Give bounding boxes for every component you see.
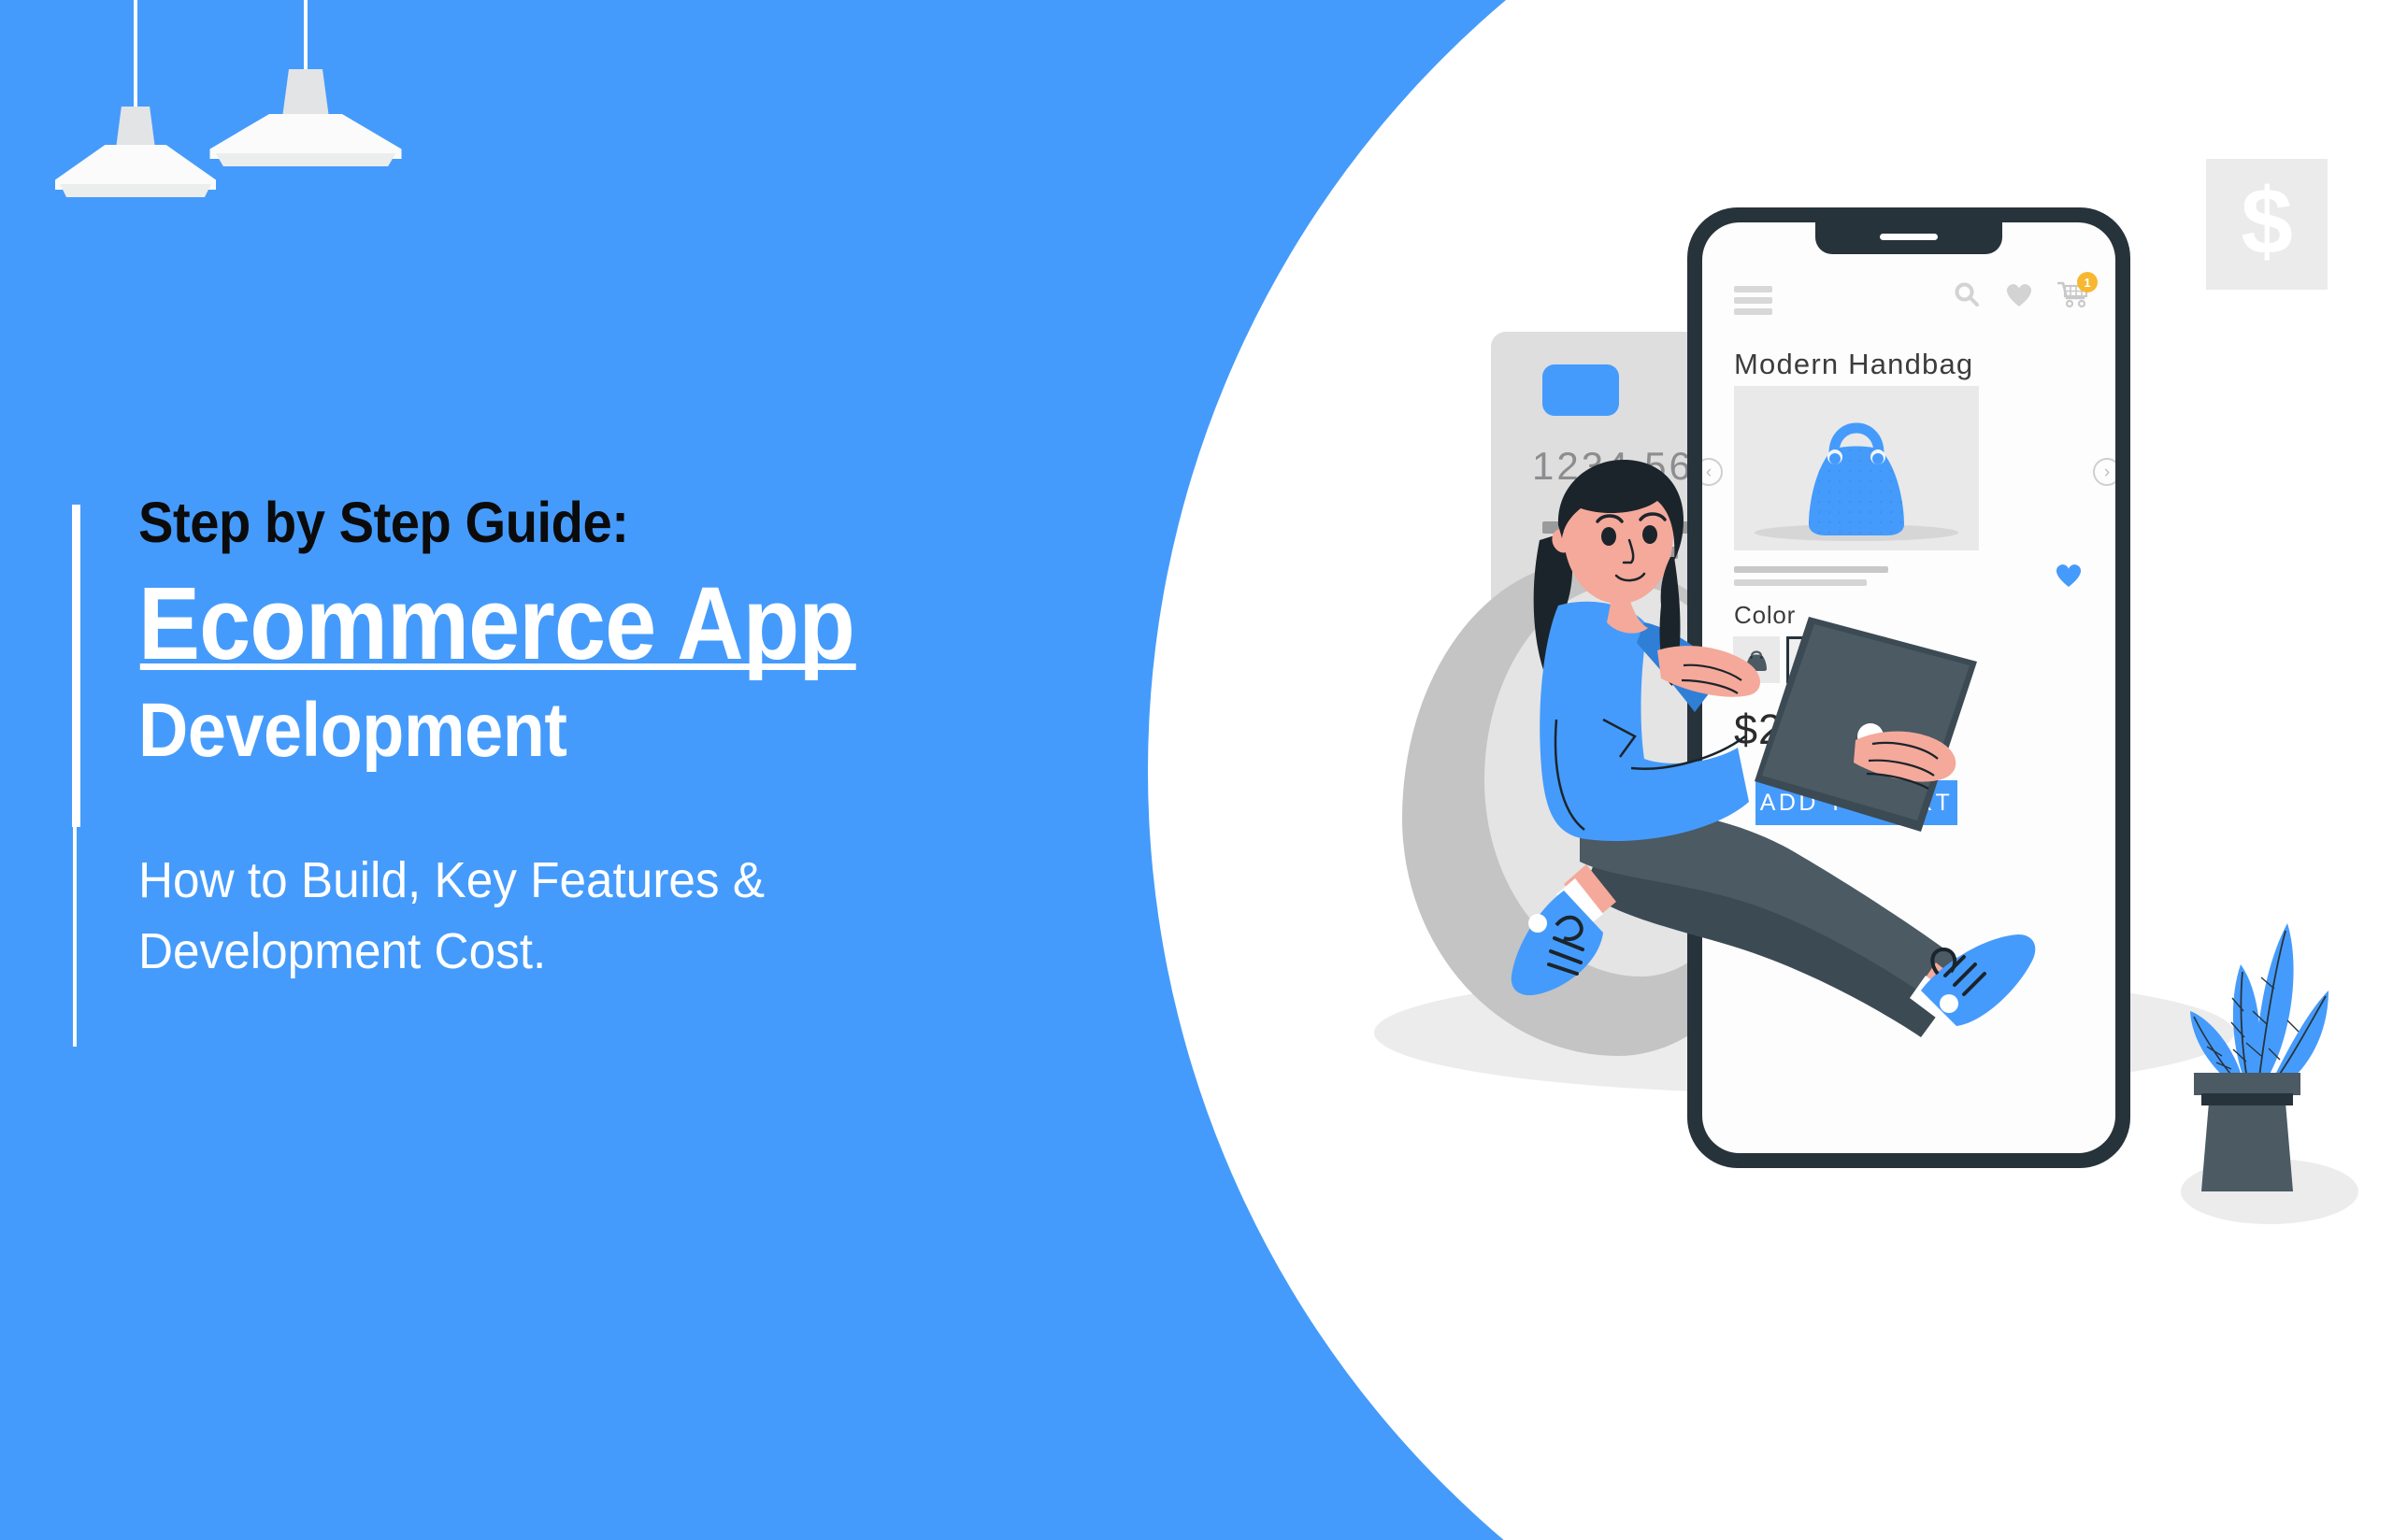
pendant-lamp-right <box>198 0 413 170</box>
lamp-cord <box>134 0 137 110</box>
accent-bar-tagline <box>73 827 77 1047</box>
tagline-line-1: How to Build, Key Features & <box>138 852 766 909</box>
plant-pot-rim <box>2194 1073 2300 1095</box>
hand-lower <box>1657 646 1760 697</box>
chevron-right-icon: › <box>2103 462 2111 482</box>
header-icon-group: 1 <box>1953 272 2098 308</box>
page-title: Ecommerce App <box>138 573 856 676</box>
dollar-sign-badge: $ <box>2206 159 2328 290</box>
illustration-scene: $ 1234 5678 9012 345 <box>1253 159 2374 1280</box>
poster-canvas: Step by Step Guide: Ecommerce App Develo… <box>0 0 2393 1540</box>
phone-notch <box>1815 222 2002 254</box>
potted-plant <box>2164 906 2358 1243</box>
legs <box>1580 808 1968 1037</box>
accent-bar-heading <box>72 505 80 827</box>
title-underline <box>139 663 856 671</box>
carousel-next-button[interactable]: › <box>2093 458 2115 486</box>
plant-pot-band <box>2201 1093 2293 1105</box>
cart-item-count-badge: 1 <box>2077 272 2098 292</box>
person-illustration <box>1511 460 2036 1037</box>
lamp-shade-lip <box>215 153 396 166</box>
plant-pot <box>2201 1093 2293 1191</box>
shoe-left <box>1511 864 1616 996</box>
lamp-cord <box>304 0 308 73</box>
eyebrow-text: Step by Step Guide: <box>138 491 629 554</box>
lamp-shade-lip <box>60 184 211 197</box>
dollar-sign-icon: $ <box>2241 169 2293 274</box>
app-header: 1 <box>1734 272 2098 325</box>
product-title: Modern Handbag <box>1734 348 1974 380</box>
lamp-shade <box>55 145 216 190</box>
lamp-shade <box>209 114 402 159</box>
tablet-device <box>1755 617 1977 832</box>
sweater <box>1540 601 1749 842</box>
lamp-neck <box>116 107 155 149</box>
hamburger-menu-icon[interactable] <box>1734 286 1772 315</box>
wishlist-heart-icon[interactable] <box>2004 280 2034 308</box>
search-icon[interactable] <box>1953 280 1981 308</box>
shopping-cart-icon[interactable]: 1 <box>2057 272 2098 308</box>
phone-speaker <box>1880 234 1938 240</box>
tagline-line-2: Development Cost. <box>138 922 547 979</box>
hero-text-block: Step by Step Guide: Ecommerce App Develo… <box>138 492 1073 986</box>
page-subtitle: Development <box>138 688 567 774</box>
lamp-neck <box>282 69 329 118</box>
card-chip-icon <box>1542 364 1619 416</box>
